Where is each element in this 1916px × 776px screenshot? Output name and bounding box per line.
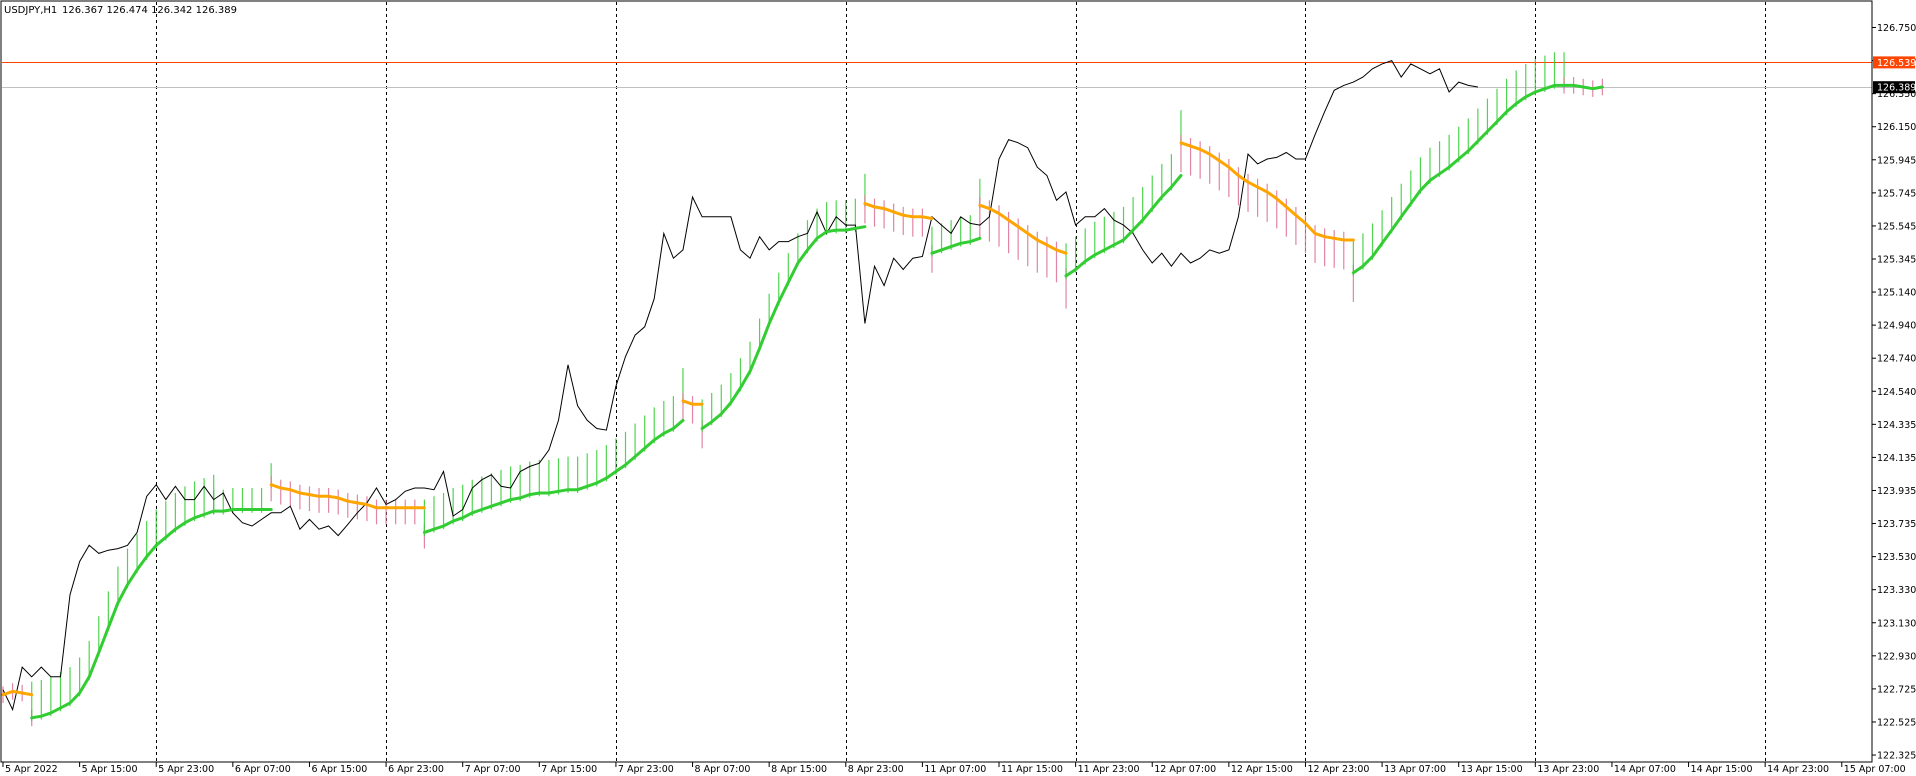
y-tick-label: 125.945 — [1877, 155, 1916, 166]
x-tick-label: 5 Apr 15:00 — [82, 764, 138, 775]
y-tick-label: 124.335 — [1877, 420, 1916, 431]
x-tick-label: 13 Apr 15:00 — [1461, 764, 1523, 775]
ohlc-label: 126.367 126.474 126.342 126.389 — [62, 5, 237, 16]
x-tick-label: 8 Apr 23:00 — [848, 764, 904, 775]
x-tick-label: 5 Apr 2022 — [5, 764, 58, 775]
price-tag-label: 126.539 — [1877, 58, 1916, 69]
y-tick-label: 125.140 — [1877, 288, 1916, 299]
x-tick-label: 12 Apr 23:00 — [1307, 764, 1369, 775]
x-tick-label: 11 Apr 07:00 — [924, 764, 986, 775]
x-tick-label: 8 Apr 07:00 — [695, 764, 751, 775]
x-tick-label: 6 Apr 15:00 — [311, 764, 367, 775]
x-tick-label: 5 Apr 23:00 — [158, 764, 214, 775]
y-tick-label: 126.150 — [1877, 122, 1916, 133]
price-chart[interactable]: 126.750126.550126.350126.150125.945125.7… — [0, 0, 1916, 776]
x-tick-label: 14 Apr 23:00 — [1767, 764, 1829, 775]
x-tick-label: 12 Apr 15:00 — [1231, 764, 1293, 775]
y-tick-label: 123.735 — [1877, 519, 1916, 530]
y-tick-label: 122.725 — [1877, 684, 1916, 695]
x-tick-label: 6 Apr 23:00 — [388, 764, 444, 775]
y-tick-label: 123.935 — [1877, 486, 1916, 497]
chart-background — [0, 0, 1916, 776]
x-tick-label: 13 Apr 07:00 — [1384, 764, 1446, 775]
y-tick-label: 124.940 — [1877, 321, 1916, 332]
y-tick-label: 125.545 — [1877, 221, 1916, 232]
x-tick-label: 14 Apr 15:00 — [1691, 764, 1753, 775]
y-tick-label: 123.130 — [1877, 618, 1916, 629]
x-tick-label: 11 Apr 23:00 — [1078, 764, 1140, 775]
y-tick-label: 126.750 — [1877, 23, 1916, 34]
time-axis[interactable]: 5 Apr 2022 5 Apr 15:00 5 Apr 23:00 6 Apr 07… — [2, 762, 1916, 775]
y-tick-label: 123.530 — [1877, 552, 1916, 563]
x-tick-label: 11 Apr 15:00 — [1001, 764, 1063, 775]
symbol-label: USDJPY,H1 — [4, 5, 57, 16]
x-tick-label: 15 Apr 07:00 — [1844, 764, 1906, 775]
y-tick-label: 122.325 — [1877, 751, 1916, 762]
x-tick-label: 8 Apr 15:00 — [771, 764, 827, 775]
price-tag-label: 126.389 — [1877, 83, 1916, 94]
y-tick-label: 123.330 — [1877, 585, 1916, 596]
y-tick-label: 125.745 — [1877, 188, 1916, 199]
x-tick-label: 6 Apr 07:00 — [235, 764, 291, 775]
y-tick-label: 124.135 — [1877, 453, 1916, 464]
y-tick-label: 122.930 — [1877, 651, 1916, 662]
y-tick-label: 124.540 — [1877, 387, 1916, 398]
x-tick-label: 12 Apr 07:00 — [1154, 764, 1216, 775]
y-tick-label: 125.345 — [1877, 254, 1916, 265]
x-tick-label: 7 Apr 07:00 — [465, 764, 521, 775]
y-tick-label: 124.740 — [1877, 354, 1916, 365]
x-tick-label: 14 Apr 07:00 — [1614, 764, 1676, 775]
x-tick-label: 7 Apr 23:00 — [618, 764, 674, 775]
x-tick-label: 7 Apr 15:00 — [541, 764, 597, 775]
x-tick-label: 13 Apr 23:00 — [1537, 764, 1599, 775]
y-tick-label: 122.525 — [1877, 717, 1916, 728]
